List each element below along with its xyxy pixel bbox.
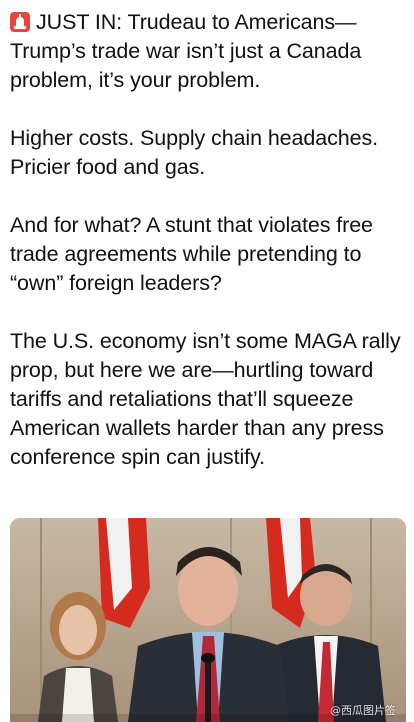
post-prefix: JUST IN: <box>36 10 128 34</box>
post-paragraph-3: And for what? A stunt that violates free… <box>10 213 373 295</box>
post-paragraph-1: JUST IN: Trudeau to Americans—Trump’s tr… <box>10 8 406 95</box>
photo-watermark: @西瓜图片签 <box>330 704 396 717</box>
post-paragraph-2: Higher costs. Supply chain headaches. Pr… <box>10 126 378 179</box>
photo-illustration <box>10 518 406 722</box>
siren-icon <box>10 11 30 32</box>
post-paragraph-4: The U.S. economy isn’t some MAGA rally p… <box>10 329 401 469</box>
post-body: JUST IN: Trudeau to Americans—Trump’s tr… <box>10 8 406 501</box>
press-conference-photo[interactable]: @西瓜图片签 <box>10 518 406 722</box>
